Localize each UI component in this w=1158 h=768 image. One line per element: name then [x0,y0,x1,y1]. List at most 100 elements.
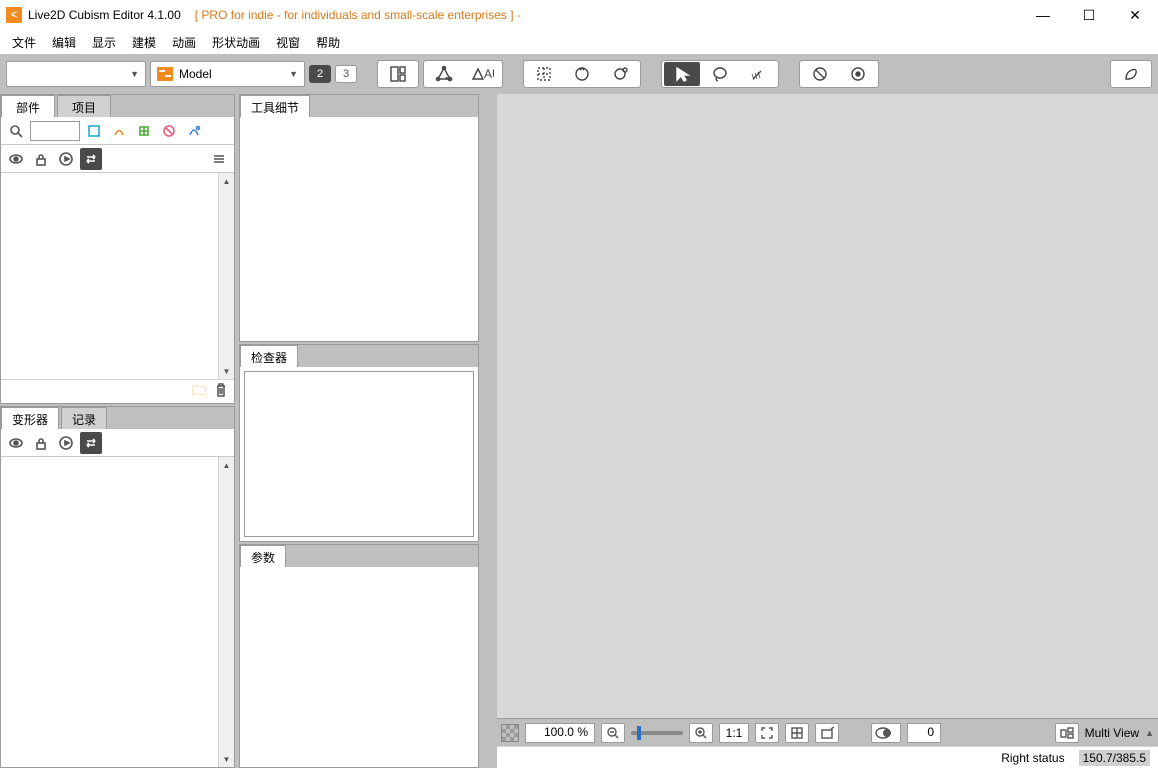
chevron-up-icon[interactable]: ▲ [1145,728,1154,738]
close-button[interactable]: ✕ [1112,0,1158,30]
brush-tool-button[interactable] [740,62,776,86]
transparency-grid-button[interactable] [501,724,519,742]
play-button[interactable] [55,148,77,170]
mode-select-label: Model [179,67,212,81]
filter-warp-button[interactable] [108,120,130,142]
arrow-tool-button[interactable] [664,62,700,86]
swap-button[interactable] [80,148,102,170]
deformer-tool-group [523,60,641,88]
paint-tool-group [1110,60,1152,88]
filter-rotation-button[interactable] [133,120,155,142]
tab-tool-details[interactable]: 工具细节 [240,95,310,117]
mesh-tool-group: AUTO [423,60,503,88]
canvas-viewbar: 100.0 % 1:1 0 Multi View ▲ [497,718,1158,746]
status-text: Right status [1001,751,1064,765]
canvas-viewport[interactable] [497,94,1158,718]
delete-button[interactable] [214,382,228,401]
page-indicator-other[interactable]: 3 [335,65,357,83]
tab-project[interactable]: 项目 [57,95,111,117]
texture-atlas-button[interactable] [380,62,416,86]
parts-footer: 🗀 [1,379,234,403]
glue-weight-button[interactable] [840,62,876,86]
mesh-auto-button[interactable]: AUTO [464,62,500,86]
onion-toggle-button[interactable] [871,723,901,743]
zoom-in-button[interactable] [689,723,713,743]
scroll-up-icon[interactable]: ▲ [219,173,234,189]
menu-modeling[interactable]: 建模 [126,32,162,53]
tab-inspector[interactable]: 检查器 [240,345,298,367]
window-subtitle: [ PRO for indie - for individuals and sm… [195,8,521,22]
scroll-up-icon[interactable]: ▲ [219,457,234,473]
menubar: 文件 编辑 显示 建模 动画 形状动画 视窗 帮助 [0,30,1158,54]
search-icon[interactable] [5,120,27,142]
snapshot-button[interactable] [815,723,839,743]
maximize-button[interactable]: ☐ [1066,0,1112,30]
menu-animation[interactable]: 动画 [166,32,202,53]
tab-log[interactable]: 记录 [61,407,107,429]
fit-screen-button[interactable] [755,723,779,743]
filter-path-button[interactable] [183,120,205,142]
model-mode-icon [157,67,173,81]
zoom-slider[interactable] [631,731,683,735]
menu-window[interactable]: 视窗 [270,32,306,53]
menu-help[interactable]: 帮助 [310,32,346,53]
play-button[interactable] [55,432,77,454]
middle-column: 工具细节 检查器 参数 [239,94,479,768]
lock-toggle-button[interactable] [30,148,52,170]
glue-tool-group [799,60,879,88]
canvas-column: 100.0 % 1:1 0 Multi View ▲ Right status … [497,94,1158,768]
mode-select[interactable]: Model ▼ [150,61,305,87]
onion-alpha-field[interactable]: 0 [907,723,941,743]
glue-tool-button[interactable] [802,62,838,86]
inspector-body [244,371,474,537]
edit-tool-group [661,60,779,88]
paint-tool-button[interactable] [1113,62,1149,86]
parts-filter-field[interactable] [30,121,80,141]
page-indicator-current[interactable]: 2 [309,65,331,83]
rotation-deformer-button[interactable] [564,62,600,86]
parameters-panel: 参数 [239,544,479,768]
main-toolbar: ▼ Model ▼ 2 3 AUTO [0,54,1158,94]
zoom-slider-thumb[interactable] [637,726,641,740]
mesh-edit-button[interactable] [426,62,462,86]
zoom-out-button[interactable] [601,723,625,743]
panel-menu-button[interactable] [208,148,230,170]
parts-list[interactable]: ▲ ▼ [1,173,234,379]
view-mode-label[interactable]: Multi View [1085,726,1139,740]
view-layout-button[interactable] [1055,723,1079,743]
workspace-select[interactable]: ▼ [6,61,146,87]
visibility-toggle-button[interactable] [5,432,27,454]
lasso-tool-button[interactable] [702,62,738,86]
new-folder-button[interactable]: 🗀 [192,380,206,404]
workarea: 部件 项目 ▲ [0,94,1158,768]
window-title: Live2D Cubism Editor 4.1.00 [28,8,181,22]
zoom-field[interactable]: 100.0 % [525,723,595,743]
menu-view[interactable]: 显示 [86,32,122,53]
app-logo-icon: < [6,7,22,23]
tab-deformer[interactable]: 变形器 [1,407,59,429]
minimize-button[interactable]: — [1020,0,1066,30]
texture-tool-group [377,60,419,88]
filter-glue-button[interactable] [158,120,180,142]
tab-parameters[interactable]: 参数 [240,545,286,567]
filter-artmesh-button[interactable] [83,120,105,142]
warp-deformer-button[interactable] [526,62,562,86]
scrollbar[interactable]: ▲ ▼ [218,173,234,379]
lock-toggle-button[interactable] [30,432,52,454]
parameters-body [240,567,478,767]
deformer-settings-button[interactable] [602,62,638,86]
scroll-down-icon[interactable]: ▼ [219,751,234,767]
scroll-down-icon[interactable]: ▼ [219,363,234,379]
menu-edit[interactable]: 编辑 [46,32,82,53]
grid-toggle-button[interactable] [785,723,809,743]
tab-parts[interactable]: 部件 [1,95,55,117]
deformer-list[interactable]: ▲ ▼ [1,457,234,767]
inspector-panel: 检查器 [239,344,479,542]
swap-button[interactable] [80,432,102,454]
zoom-11-button[interactable]: 1:1 [719,723,749,743]
visibility-toggle-button[interactable] [5,148,27,170]
statusbar: Right status 150.7/385.5 [497,746,1158,768]
menu-file[interactable]: 文件 [6,32,42,53]
menu-formanim[interactable]: 形状动画 [206,32,266,53]
scrollbar[interactable]: ▲ ▼ [218,457,234,767]
